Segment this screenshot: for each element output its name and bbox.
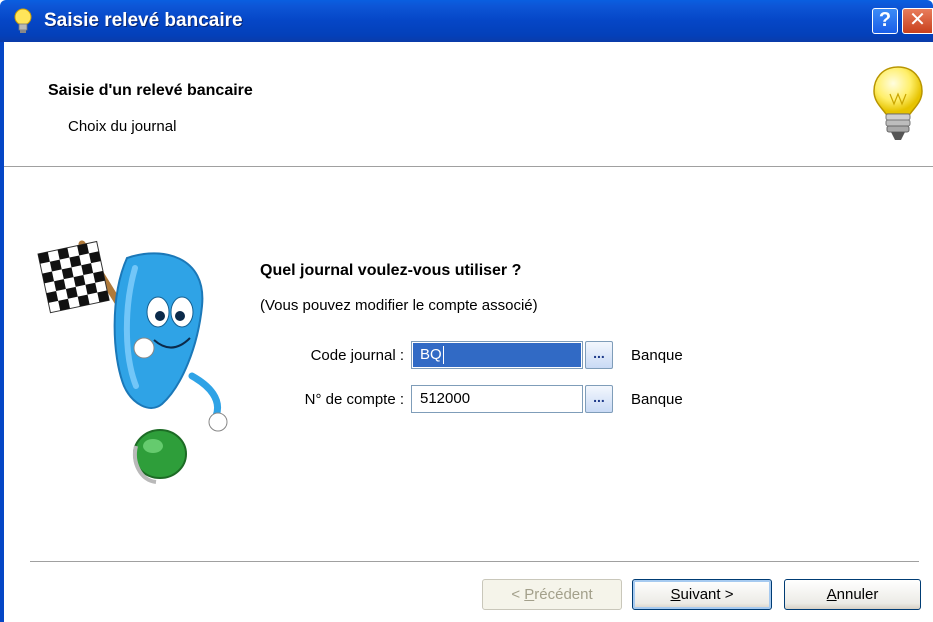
account-number-browse-button[interactable]: ... <box>585 385 613 413</box>
code-journal-value: BQ <box>420 346 442 363</box>
window-titlebar[interactable]: Saisie relevé bancaire ? ✕ <box>0 0 933 42</box>
code-journal-label: Code journal : <box>310 347 404 364</box>
account-number-input[interactable]: 512000 <box>411 385 583 413</box>
wizard-title: Saisie d'un relevé bancaire <box>48 82 253 99</box>
wizard-header: Saisie d'un relevé bancaire Choix du jou… <box>4 42 933 166</box>
account-number-description: Banque <box>631 391 683 408</box>
cancel-button[interactable]: Annuler <box>784 579 921 610</box>
question-hint: (Vous pouvez modifier le compte associé) <box>260 297 538 314</box>
account-number-value: 512000 <box>420 390 471 407</box>
footer-separator <box>30 561 919 563</box>
lightbulb-icon <box>14 8 32 33</box>
window-title: Saisie relevé bancaire <box>44 10 243 31</box>
lightbulb-icon <box>873 66 923 140</box>
question-title: Quel journal voulez-vous utiliser ? <box>260 262 522 279</box>
code-journal-input[interactable]: BQ <box>411 341 583 369</box>
mascot-illustration <box>37 240 228 484</box>
code-journal-browse-button[interactable]: ... <box>585 341 613 369</box>
wizard-subtitle: Choix du journal <box>68 118 177 135</box>
account-number-label: N° de compte : <box>304 391 404 408</box>
code-journal-description: Banque <box>631 347 683 364</box>
close-button[interactable]: ✕ <box>902 8 933 34</box>
help-button[interactable]: ? <box>872 8 898 34</box>
previous-button[interactable]: < Précédent <box>482 579 622 610</box>
next-button[interactable]: Suivant > <box>632 579 772 610</box>
